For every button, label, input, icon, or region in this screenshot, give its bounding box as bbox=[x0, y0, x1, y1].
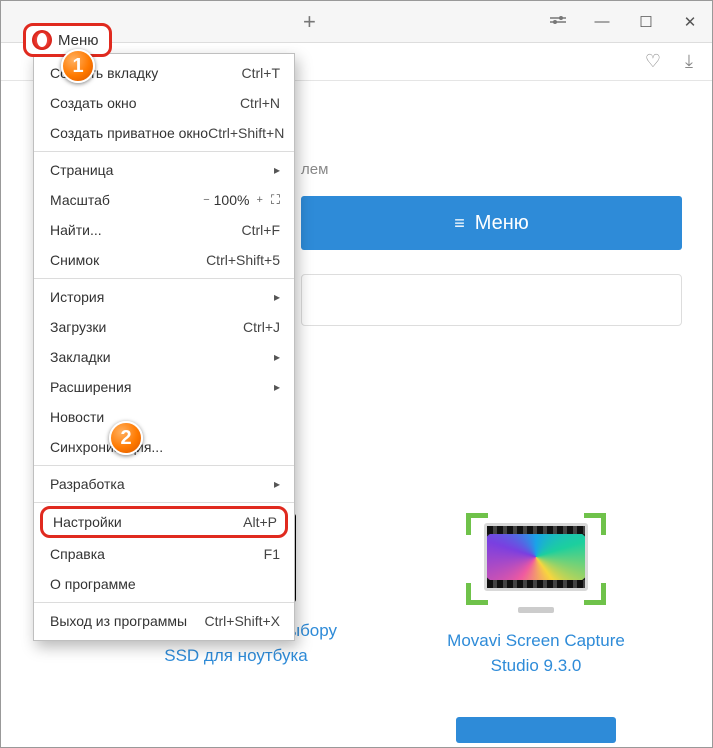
main-menu-dropdown: Создать вкладку Ctrl+T Создать окно Ctrl… bbox=[33, 53, 295, 641]
menu-separator bbox=[34, 151, 294, 152]
menu-item-sync[interactable]: Синхронизация... bbox=[34, 432, 294, 462]
zoom-value: 100% bbox=[210, 189, 254, 211]
menu-item-page[interactable]: Страница ▸ bbox=[34, 155, 294, 185]
heart-icon[interactable]: ♡ bbox=[642, 51, 664, 73]
main-menu-label: Меню bbox=[58, 32, 99, 49]
download-icon[interactable]: ⤓ bbox=[678, 51, 700, 73]
screen-capture-illustration bbox=[466, 513, 606, 613]
new-tab-button[interactable]: + bbox=[291, 9, 328, 35]
menu-separator bbox=[34, 502, 294, 503]
blue-button-partial[interactable] bbox=[456, 717, 616, 743]
menu-separator bbox=[34, 465, 294, 466]
menu-item-bookmarks[interactable]: Закладки ▸ bbox=[34, 342, 294, 372]
menu-item-snapshot[interactable]: Снимок Ctrl+Shift+5 bbox=[34, 245, 294, 275]
chevron-right-icon: ▸ bbox=[274, 286, 280, 308]
menu-item-settings[interactable]: Настройки Alt+P bbox=[40, 506, 288, 538]
menu-item-developer[interactable]: Разработка ▸ bbox=[34, 469, 294, 499]
window-minimize-button[interactable]: — bbox=[580, 1, 624, 43]
chevron-right-icon: ▸ bbox=[274, 346, 280, 368]
step-marker-1: 1 bbox=[61, 49, 95, 83]
hamburger-icon: ≡ bbox=[454, 213, 465, 234]
opera-logo-icon bbox=[32, 30, 52, 50]
menu-item-help[interactable]: Справка F1 bbox=[34, 539, 294, 569]
menu-item-history[interactable]: История ▸ bbox=[34, 282, 294, 312]
menu-item-exit[interactable]: Выход из программы Ctrl+Shift+X bbox=[34, 606, 294, 636]
menu-item-extensions[interactable]: Расширения ▸ bbox=[34, 372, 294, 402]
site-menu-label: Меню bbox=[475, 212, 529, 235]
menu-separator bbox=[34, 278, 294, 279]
article-card-movavi[interactable]: Movavi Screen Capture Studio 9.3.0 bbox=[431, 513, 641, 678]
menu-item-downloads[interactable]: Загрузки Ctrl+J bbox=[34, 312, 294, 342]
menu-item-find[interactable]: Найти... Ctrl+F bbox=[34, 215, 294, 245]
menu-item-new-private-window[interactable]: Создать приватное окно Ctrl+Shift+N bbox=[34, 118, 294, 148]
sidebar-toggle-icon[interactable] bbox=[536, 1, 580, 43]
menu-item-news[interactable]: Новости bbox=[34, 402, 294, 432]
breadcrumb-fragment: лем bbox=[301, 161, 682, 178]
window-maximize-button[interactable]: ☐ bbox=[624, 1, 668, 43]
menu-item-zoom[interactable]: Масштаб − 100% + ⛶ bbox=[34, 185, 294, 215]
step-marker-2: 2 bbox=[109, 421, 143, 455]
article-title: Movavi Screen Capture Studio 9.3.0 bbox=[431, 629, 641, 678]
menu-separator bbox=[34, 602, 294, 603]
zoom-in-button[interactable]: + bbox=[253, 189, 262, 211]
zoom-out-button[interactable]: − bbox=[200, 189, 209, 211]
site-search-box[interactable] bbox=[301, 274, 682, 326]
fullscreen-icon[interactable]: ⛶ bbox=[263, 189, 280, 211]
site-menu-bar[interactable]: ≡ Меню bbox=[301, 196, 682, 250]
menu-item-about[interactable]: О программе bbox=[34, 569, 294, 599]
chevron-right-icon: ▸ bbox=[274, 376, 280, 398]
chevron-right-icon: ▸ bbox=[274, 159, 280, 181]
chevron-right-icon: ▸ bbox=[274, 473, 280, 495]
window-close-button[interactable]: ✕ bbox=[668, 1, 712, 43]
menu-item-new-window[interactable]: Создать окно Ctrl+N bbox=[34, 88, 294, 118]
